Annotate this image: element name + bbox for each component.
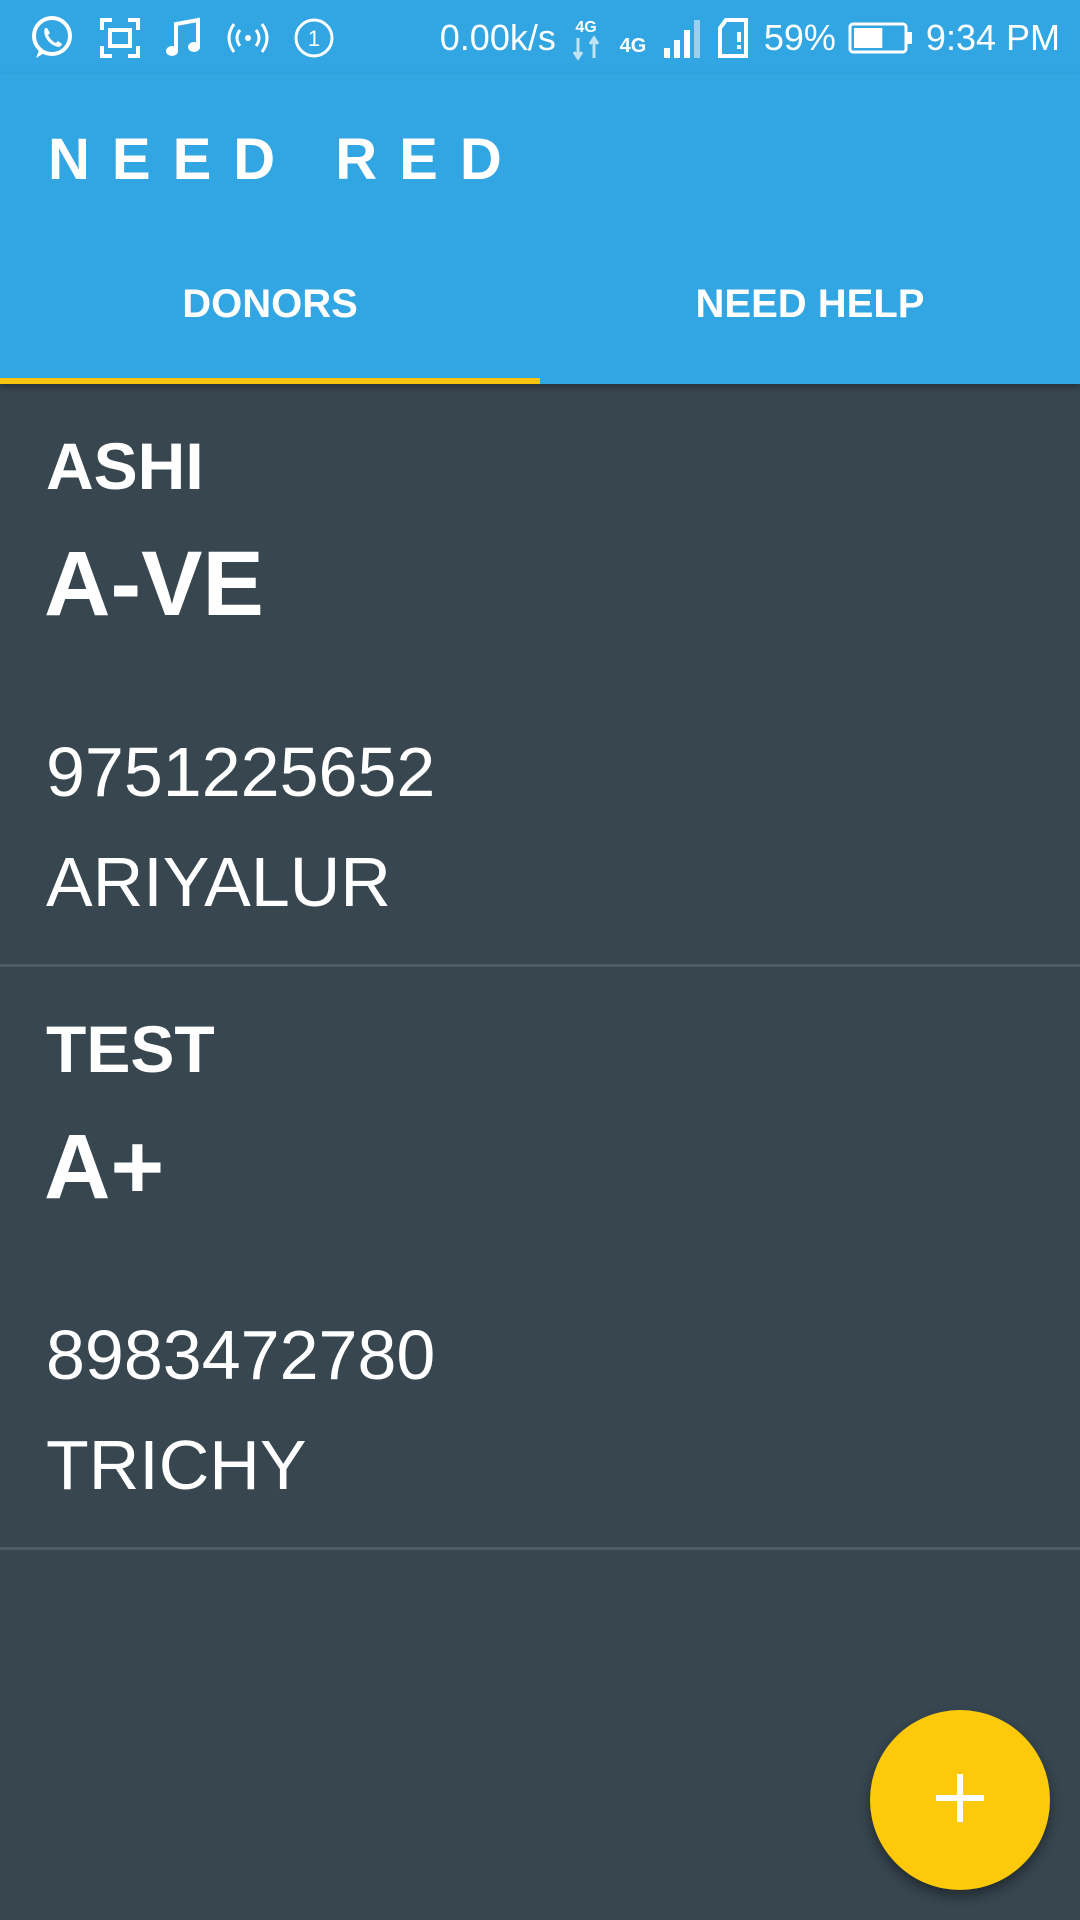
status-bar: 1 0.00k/s 4G 4G 59% 9:34 PM: [0, 0, 1080, 74]
donor-phone: 9751225652: [46, 733, 436, 811]
donor-name: ASHI: [46, 429, 204, 503]
status-bar-right: 0.00k/s 4G 4G 59% 9:34 PM: [440, 10, 1060, 66]
battery-icon: [848, 12, 914, 64]
signal-icon: [662, 12, 704, 64]
donor-city: ARIYALUR: [46, 843, 391, 921]
status-time: 9:34 PM: [925, 17, 1060, 58]
list-item[interactable]: TEST A+ 8983472780 TRICHY: [0, 967, 1080, 1550]
music-icon: [164, 12, 204, 64]
status-bar-left: 1: [28, 10, 336, 66]
network-type-1: 4G: [575, 19, 596, 36]
donor-name: TEST: [46, 1012, 215, 1086]
hotspot-icon: [226, 12, 270, 64]
tab-need-help-label: NEED HELP: [695, 281, 925, 326]
notification-count: 1: [308, 26, 320, 51]
tab-need-help[interactable]: NEED HELP: [540, 224, 1080, 384]
donor-blood-group: A+: [44, 1116, 165, 1218]
add-donor-button[interactable]: [870, 1710, 1050, 1890]
network-type-2: 4G: [620, 35, 647, 57]
data-transfer-icon: 4G: [568, 12, 604, 64]
battery-percent: 59%: [763, 17, 836, 58]
app-bar: NEED RED DONORS NEED HELP: [0, 74, 1080, 384]
notification-count-icon: 1: [292, 12, 336, 64]
tab-donors-label: DONORS: [182, 281, 358, 326]
network-speed: 0.00k/s: [439, 17, 556, 58]
donor-list: ASHI A-VE 9751225652 ARIYALUR TEST A+ 89…: [0, 384, 1080, 1550]
donor-blood-group: A-VE: [44, 533, 264, 635]
tab-donors[interactable]: DONORS: [0, 224, 540, 384]
app-title: NEED RED: [48, 127, 524, 192]
screenshot-icon: [98, 12, 142, 64]
network-type-icon: 4G: [616, 12, 650, 64]
tab-bar: DONORS NEED HELP: [0, 224, 1080, 384]
whatsapp-icon: [28, 12, 76, 64]
list-item[interactable]: ASHI A-VE 9751225652 ARIYALUR: [0, 384, 1080, 967]
donor-phone: 8983472780: [46, 1316, 436, 1394]
sim-icon: [716, 12, 752, 64]
donor-city: TRICHY: [46, 1426, 307, 1504]
app-screen: 1 0.00k/s 4G 4G 59% 9:34 PM NEED RED DON…: [0, 0, 1080, 1920]
plus-icon: [932, 1770, 988, 1831]
